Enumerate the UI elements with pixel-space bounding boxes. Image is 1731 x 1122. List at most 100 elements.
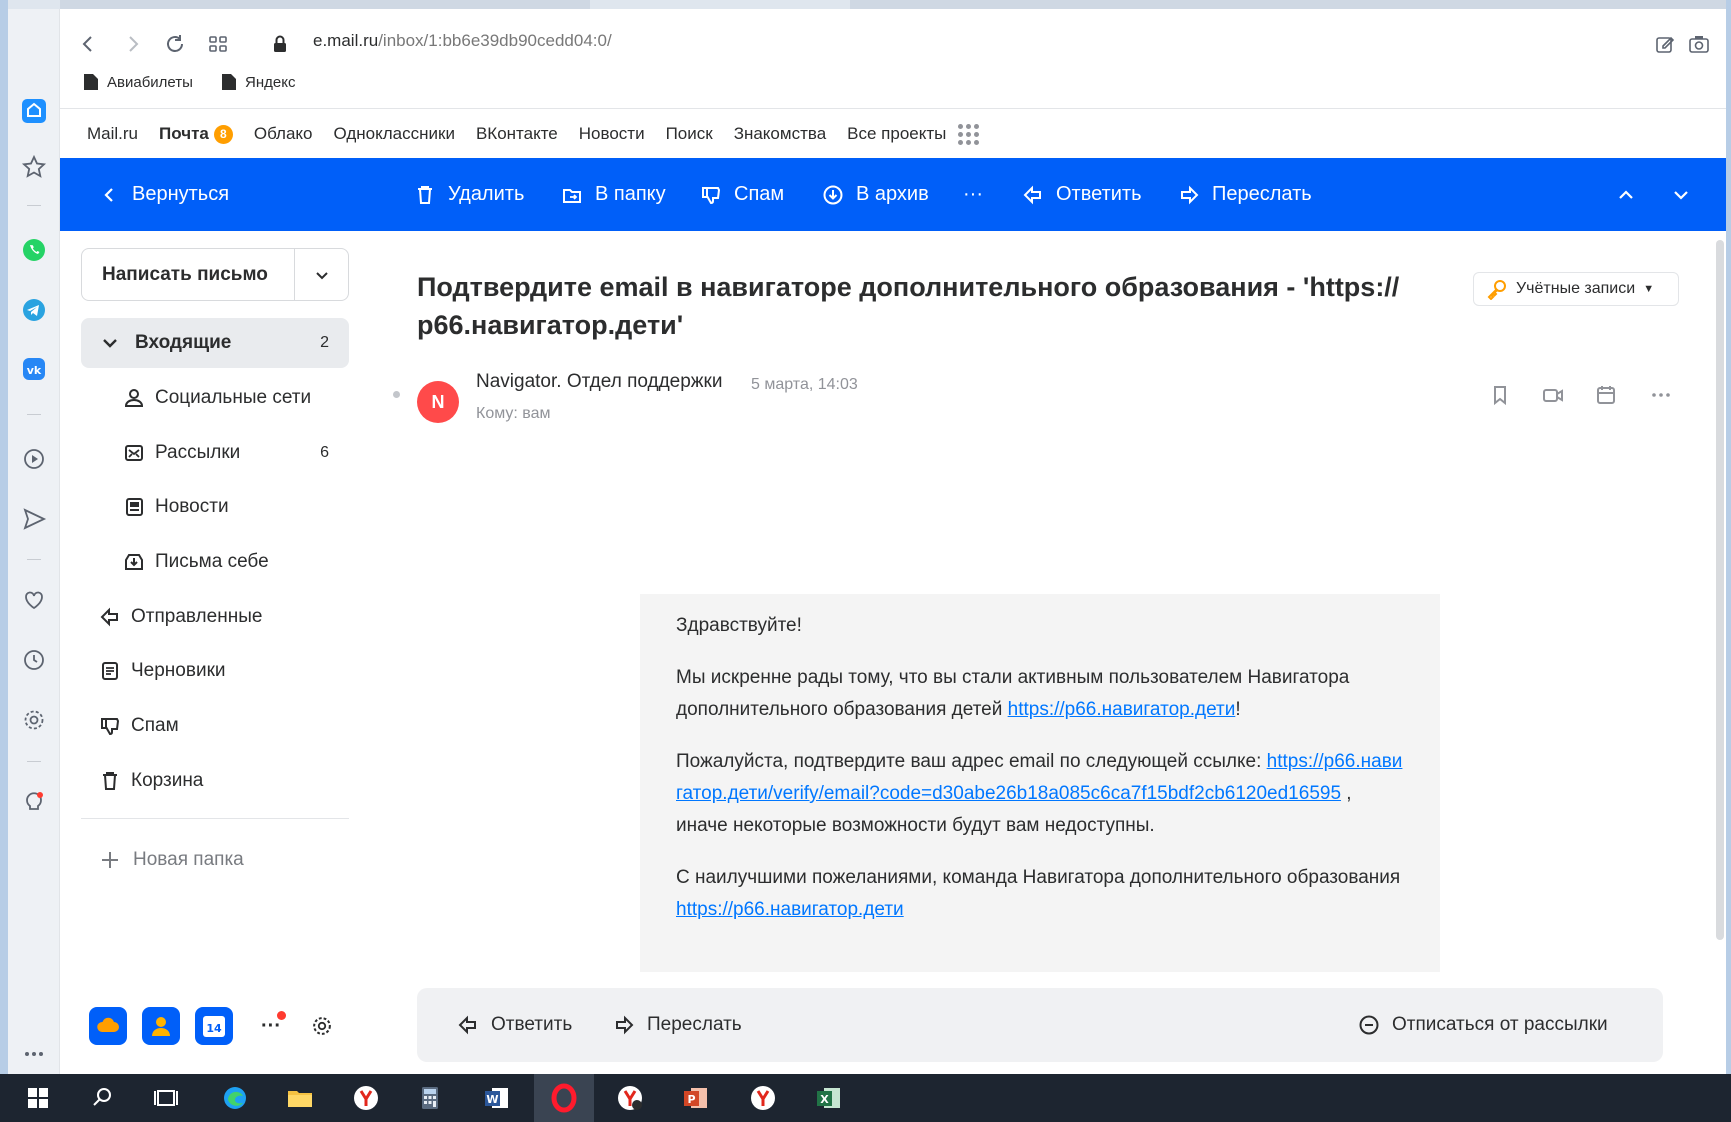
quick-reply-button[interactable]: Ответить	[457, 988, 572, 1062]
folder-newsletters[interactable]: Рассылки 6	[81, 428, 349, 478]
contacts-app-icon[interactable]	[142, 1007, 180, 1045]
unsubscribe-button[interactable]: Отписаться от рассылки	[1358, 988, 1608, 1062]
settings-icon[interactable]	[8, 700, 60, 740]
heart-icon[interactable]	[8, 580, 60, 620]
powerpoint-icon[interactable]: P	[666, 1074, 726, 1122]
task-view-icon[interactable]	[136, 1074, 196, 1122]
mail-settings-icon[interactable]	[303, 1007, 341, 1045]
send-icon[interactable]	[8, 499, 60, 539]
compose-button-group: Написать письмо	[81, 248, 349, 301]
new-folder-button[interactable]: Новая папка	[81, 835, 349, 885]
accounts-button[interactable]: Учётные записи ▼	[1473, 272, 1679, 306]
portal-link-ok[interactable]: Одноклассники	[334, 124, 455, 144]
inbox-download-icon	[125, 554, 143, 570]
back-icon[interactable]	[73, 29, 103, 59]
compose-button[interactable]: Написать письмо	[102, 249, 268, 300]
opera-sidebar: vk	[8, 9, 60, 1074]
tabs-grid-icon[interactable]	[203, 29, 233, 59]
minus-circle-icon	[1359, 1015, 1379, 1035]
yandex-browser-icon[interactable]	[336, 1074, 396, 1122]
folder-to-myself[interactable]: Письма себе	[81, 537, 349, 587]
scrollbar-thumb[interactable]	[1716, 240, 1724, 940]
taskbar-search-icon[interactable]	[73, 1074, 133, 1122]
back-button[interactable]: Вернуться	[98, 158, 229, 231]
yandex-icon[interactable]	[733, 1074, 793, 1122]
more-icon[interactable]	[1646, 380, 1676, 410]
folder-sent[interactable]: Отправленные	[81, 592, 349, 642]
calendar-app-icon[interactable]: 14	[195, 1007, 233, 1045]
player-icon[interactable]	[8, 439, 60, 479]
read-status-dot[interactable]	[393, 391, 400, 398]
yandex-browser-alt-icon[interactable]	[600, 1074, 660, 1122]
move-folder-icon	[563, 188, 581, 203]
sender-avatar[interactable]: N	[417, 381, 459, 423]
compose-options-button[interactable]	[295, 249, 349, 300]
bookmark-flights[interactable]: Авиабилеты	[83, 73, 193, 91]
tab-strip[interactable]	[850, 0, 1731, 9]
vk-icon[interactable]: vk	[8, 349, 60, 389]
portal-link-news[interactable]: Новости	[579, 124, 645, 144]
letter-paragraph: Пожалуйста, подтвердите ваш адрес email …	[676, 746, 1404, 842]
portal-link-vk[interactable]: ВКонтакте	[476, 124, 558, 144]
whatsapp-icon[interactable]	[8, 230, 60, 270]
telegram-icon[interactable]	[8, 290, 60, 330]
calculator-icon[interactable]	[400, 1074, 460, 1122]
delete-button[interactable]: Удалить	[414, 158, 524, 231]
sidebar-more-icon[interactable]	[8, 1034, 60, 1074]
file-explorer-icon[interactable]	[270, 1074, 330, 1122]
portal-link-all-projects[interactable]: Все проекты	[847, 123, 980, 145]
excel-icon[interactable]: X	[799, 1074, 859, 1122]
lock-icon[interactable]	[265, 29, 295, 59]
more-apps-button[interactable]: ···	[252, 1007, 290, 1045]
navigator-link[interactable]: https://р66.навигатор.дети	[676, 899, 904, 920]
folder-inbox[interactable]: Входящие 2	[81, 318, 349, 368]
more-actions-button[interactable]: ···	[963, 158, 983, 231]
folder-news[interactable]: Новости	[81, 482, 349, 532]
home-icon[interactable]	[8, 91, 60, 131]
letter-recipient[interactable]: Кому: вам	[476, 405, 551, 423]
navigator-link[interactable]: https://р66.навигатор.дети	[1008, 699, 1236, 720]
portal-link-cloud[interactable]: Облако	[254, 124, 313, 144]
cloud-app-icon[interactable]	[89, 1007, 127, 1045]
word-icon[interactable]: W	[467, 1074, 527, 1122]
camera-icon[interactable]	[1684, 29, 1714, 59]
address-bar[interactable]: e.mail.ru/inbox/1:bb6e39db90cedd04:0/	[313, 31, 612, 51]
notification-dot	[277, 1011, 286, 1020]
bookmark-icon[interactable]	[1485, 380, 1515, 410]
history-icon[interactable]	[8, 640, 60, 680]
reload-icon[interactable]	[160, 29, 190, 59]
trash-icon	[103, 772, 117, 790]
portal-link-dating[interactable]: Знакомства	[734, 124, 826, 144]
chevron-up-icon	[1619, 189, 1633, 199]
next-letter-button[interactable]	[1670, 158, 1692, 231]
forward-icon[interactable]	[118, 29, 148, 59]
previous-letter-button[interactable]	[1615, 158, 1637, 231]
window-frame-left	[0, 0, 8, 1122]
reply-button[interactable]: Ответить	[1022, 158, 1142, 231]
folder-trash[interactable]: Корзина	[81, 756, 349, 806]
video-call-icon[interactable]	[1538, 380, 1568, 410]
star-icon[interactable]	[8, 147, 60, 187]
move-to-folder-button[interactable]: В папку	[561, 158, 666, 231]
caret-down-icon: ▼	[1643, 283, 1655, 295]
edge-icon[interactable]	[205, 1074, 265, 1122]
portal-link-mail[interactable]: Почта 8	[159, 124, 233, 144]
calendar-icon[interactable]	[1591, 380, 1621, 410]
archive-button[interactable]: В архив	[822, 158, 929, 231]
bookmark-yandex[interactable]: Яндекс	[221, 73, 295, 91]
lightbulb-icon[interactable]	[8, 782, 60, 822]
spam-button[interactable]: Спам	[700, 158, 784, 231]
windows-start-icon[interactable]	[8, 1074, 68, 1122]
quick-forward-button[interactable]: Переслать	[613, 988, 742, 1062]
snapshot-edit-icon[interactable]	[1650, 29, 1680, 59]
sender-name[interactable]: Navigator. Отдел поддержки	[476, 371, 722, 393]
folder-label: Новости	[155, 496, 229, 517]
folder-social[interactable]: Социальные сети	[81, 373, 349, 423]
folder-drafts[interactable]: Черновики	[81, 646, 349, 696]
tab-strip[interactable]	[60, 0, 590, 9]
opera-icon[interactable]	[534, 1074, 594, 1122]
forward-button[interactable]: Переслать	[1178, 158, 1312, 231]
portal-link-mailru[interactable]: Mail.ru	[87, 124, 138, 144]
portal-link-search[interactable]: Поиск	[666, 124, 713, 144]
folder-spam[interactable]: Спам	[81, 701, 349, 751]
